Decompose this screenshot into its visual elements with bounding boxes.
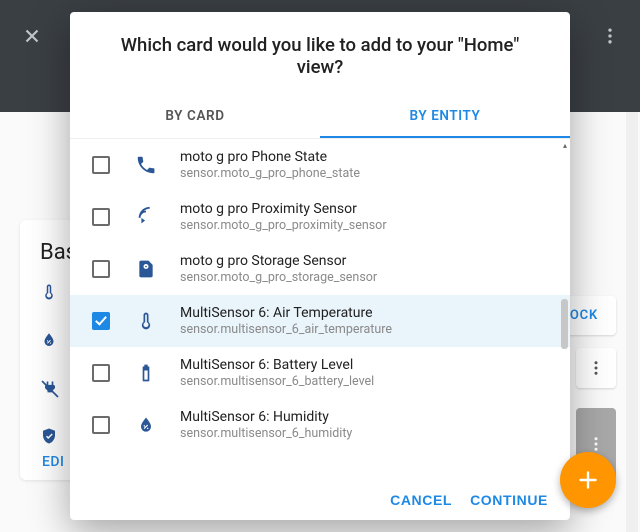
entity-name: MultiSensor 6: Humidity <box>180 409 352 425</box>
entity-name: moto g pro Proximity Sensor <box>180 201 387 217</box>
entity-id: sensor.multisensor_6_humidity <box>180 426 352 441</box>
entity-checkbox[interactable] <box>92 364 110 382</box>
humidity-icon <box>134 413 158 437</box>
battery-icon <box>134 361 158 385</box>
entity-list[interactable]: moto g pro Phone Statesensor.moto_g_pro_… <box>70 139 570 480</box>
phone-icon <box>134 153 158 177</box>
entity-checkbox[interactable] <box>92 208 110 226</box>
entity-name: moto g pro Phone State <box>180 149 360 165</box>
entity-row[interactable]: MultiSensor 6: Humiditysensor.multisenso… <box>70 399 570 451</box>
storage-icon <box>134 257 158 281</box>
entity-id: sensor.moto_g_pro_phone_state <box>180 166 360 181</box>
entity-row[interactable]: moto g pro Proximity Sensorsensor.moto_g… <box>70 191 570 243</box>
entity-name: MultiSensor 6: Battery Level <box>180 357 374 373</box>
entity-id: sensor.multisensor_6_air_temperature <box>180 322 392 337</box>
entity-row[interactable]: MultiSensor 6: Air Temperaturesensor.mul… <box>70 295 570 347</box>
add-card-dialog: Which card would you like to add to your… <box>70 12 570 520</box>
entity-checkbox[interactable] <box>92 312 110 330</box>
cancel-button[interactable]: CANCEL <box>390 492 452 508</box>
entity-id: sensor.multisensor_6_battery_level <box>180 374 374 389</box>
entity-name: moto g pro Storage Sensor <box>180 253 377 269</box>
entity-checkbox[interactable] <box>92 416 110 434</box>
entity-name: MultiSensor 6: Air Temperature <box>180 305 392 321</box>
entity-row[interactable]: moto g pro Storage Sensorsensor.moto_g_p… <box>70 243 570 295</box>
dialog-tabs: BY CARD BY ENTITY <box>70 96 570 138</box>
list-scrollbar-thumb[interactable] <box>561 299 568 349</box>
entity-checkbox[interactable] <box>92 260 110 278</box>
dialog-title: Which card would you like to add to your… <box>70 12 570 96</box>
entity-id: sensor.moto_g_pro_proximity_sensor <box>180 218 387 233</box>
list-scroll-up-icon[interactable]: ▴ <box>563 141 567 150</box>
entity-id: sensor.moto_g_pro_storage_sensor <box>180 270 377 285</box>
entity-row[interactable]: moto g pro Phone Statesensor.moto_g_pro_… <box>70 139 570 191</box>
tab-by-entity[interactable]: BY ENTITY <box>320 96 570 138</box>
proximity-icon <box>134 205 158 229</box>
thermometer-icon <box>134 309 158 333</box>
continue-button[interactable]: CONTINUE <box>470 492 548 508</box>
entity-checkbox[interactable] <box>92 156 110 174</box>
entity-row[interactable]: MultiSensor 6: Battery Levelsensor.multi… <box>70 347 570 399</box>
tab-by-card[interactable]: BY CARD <box>70 96 320 138</box>
add-fab-button[interactable] <box>560 452 616 508</box>
